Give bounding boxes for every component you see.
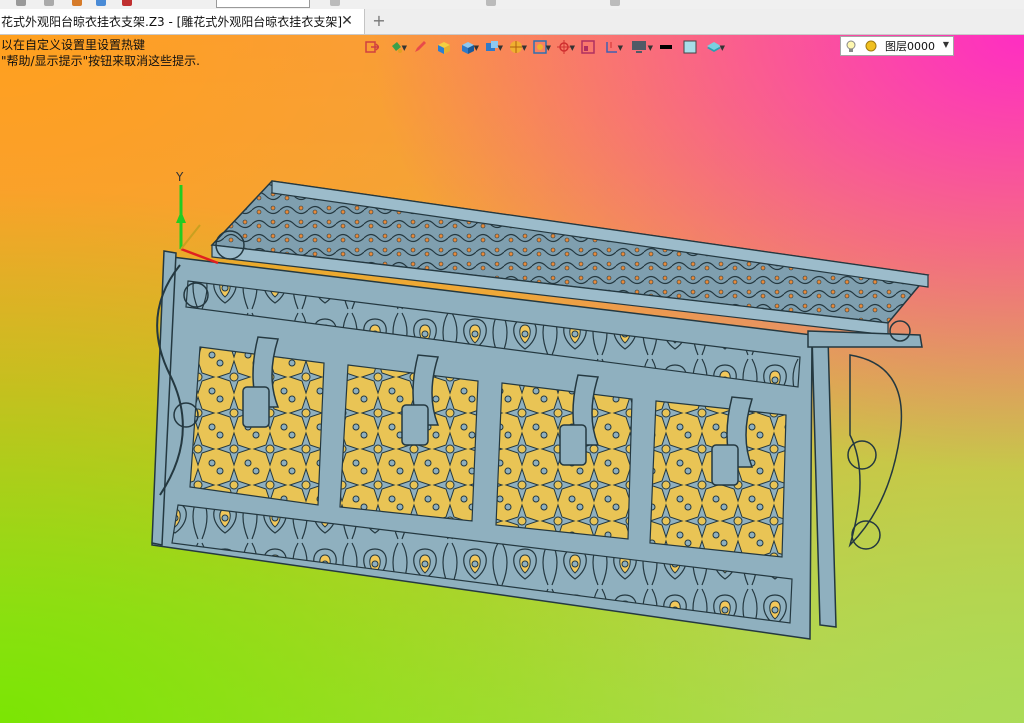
filter-combo[interactable] — [216, 0, 310, 8]
right-bracket — [807, 320, 923, 628]
model-view[interactable]: Y — [0, 35, 1024, 723]
document-tab-title: 花式外观阳台晾衣挂衣支架.Z3 - [雕花式外观阳台晾衣挂衣支架] — [1, 15, 342, 29]
document-tab[interactable]: 花式外观阳台晾衣挂衣支架.Z3 - [雕花式外观阳台晾衣挂衣支架] ✕ — [0, 9, 365, 34]
close-icon[interactable]: ✕ — [340, 14, 354, 28]
toolbar-icon[interactable] — [72, 0, 82, 6]
toolbar-icon[interactable] — [330, 0, 340, 6]
toolbar-icon[interactable] — [44, 0, 54, 6]
add-tab-icon[interactable]: + — [371, 12, 387, 30]
toolbar-icon[interactable] — [96, 0, 106, 6]
document-tab-bar: 花式外观阳台晾衣挂衣支架.Z3 - [雕花式外观阳台晾衣挂衣支架] ✕ + — [0, 9, 1024, 35]
toolbar-icon[interactable] — [122, 0, 132, 6]
toolbar-icon[interactable] — [486, 0, 496, 6]
y-axis-label: Y — [175, 170, 184, 184]
toolbar-icon[interactable] — [16, 0, 26, 6]
toolbar-icon[interactable] — [610, 0, 620, 6]
3d-viewport[interactable]: 以在自定义设置里设置热键 "帮助/显示提示"按钮来取消这些提示. ▼ ▼ ▼ ▼… — [0, 35, 1024, 723]
